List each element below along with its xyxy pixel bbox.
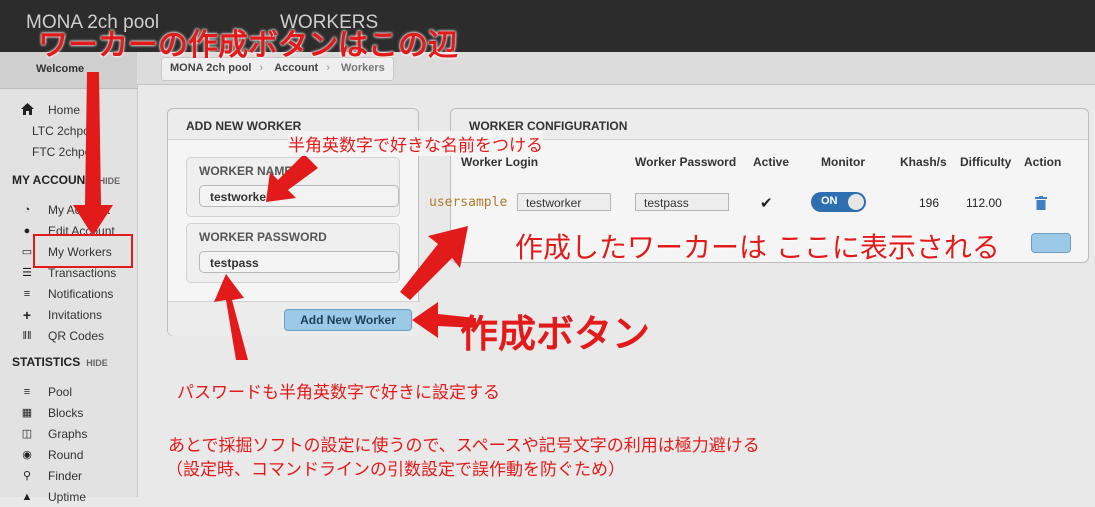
annotation-top: ワーカーの作成ボタンはこの辺 <box>38 28 458 63</box>
annotation-note-line2: （設定時、コマンドラインの引数設定で誤作動を防ぐため） <box>166 460 625 480</box>
annotation-note-line1: あとで採掘ソフトの設定に使うので、スペースや記号文字の利用は極力避ける <box>168 436 760 456</box>
annotation-button-hint: 作成ボタン <box>460 312 651 356</box>
annotation-display-hint: 作成したワーカーは ここに表示される <box>515 231 1000 264</box>
highlight-box <box>33 234 133 268</box>
annotation-name-hint: 半角英数字で好きな名前をつける <box>288 131 543 156</box>
annotation-password-hint: パスワードも半角英数字で好きに設定する <box>177 383 500 403</box>
